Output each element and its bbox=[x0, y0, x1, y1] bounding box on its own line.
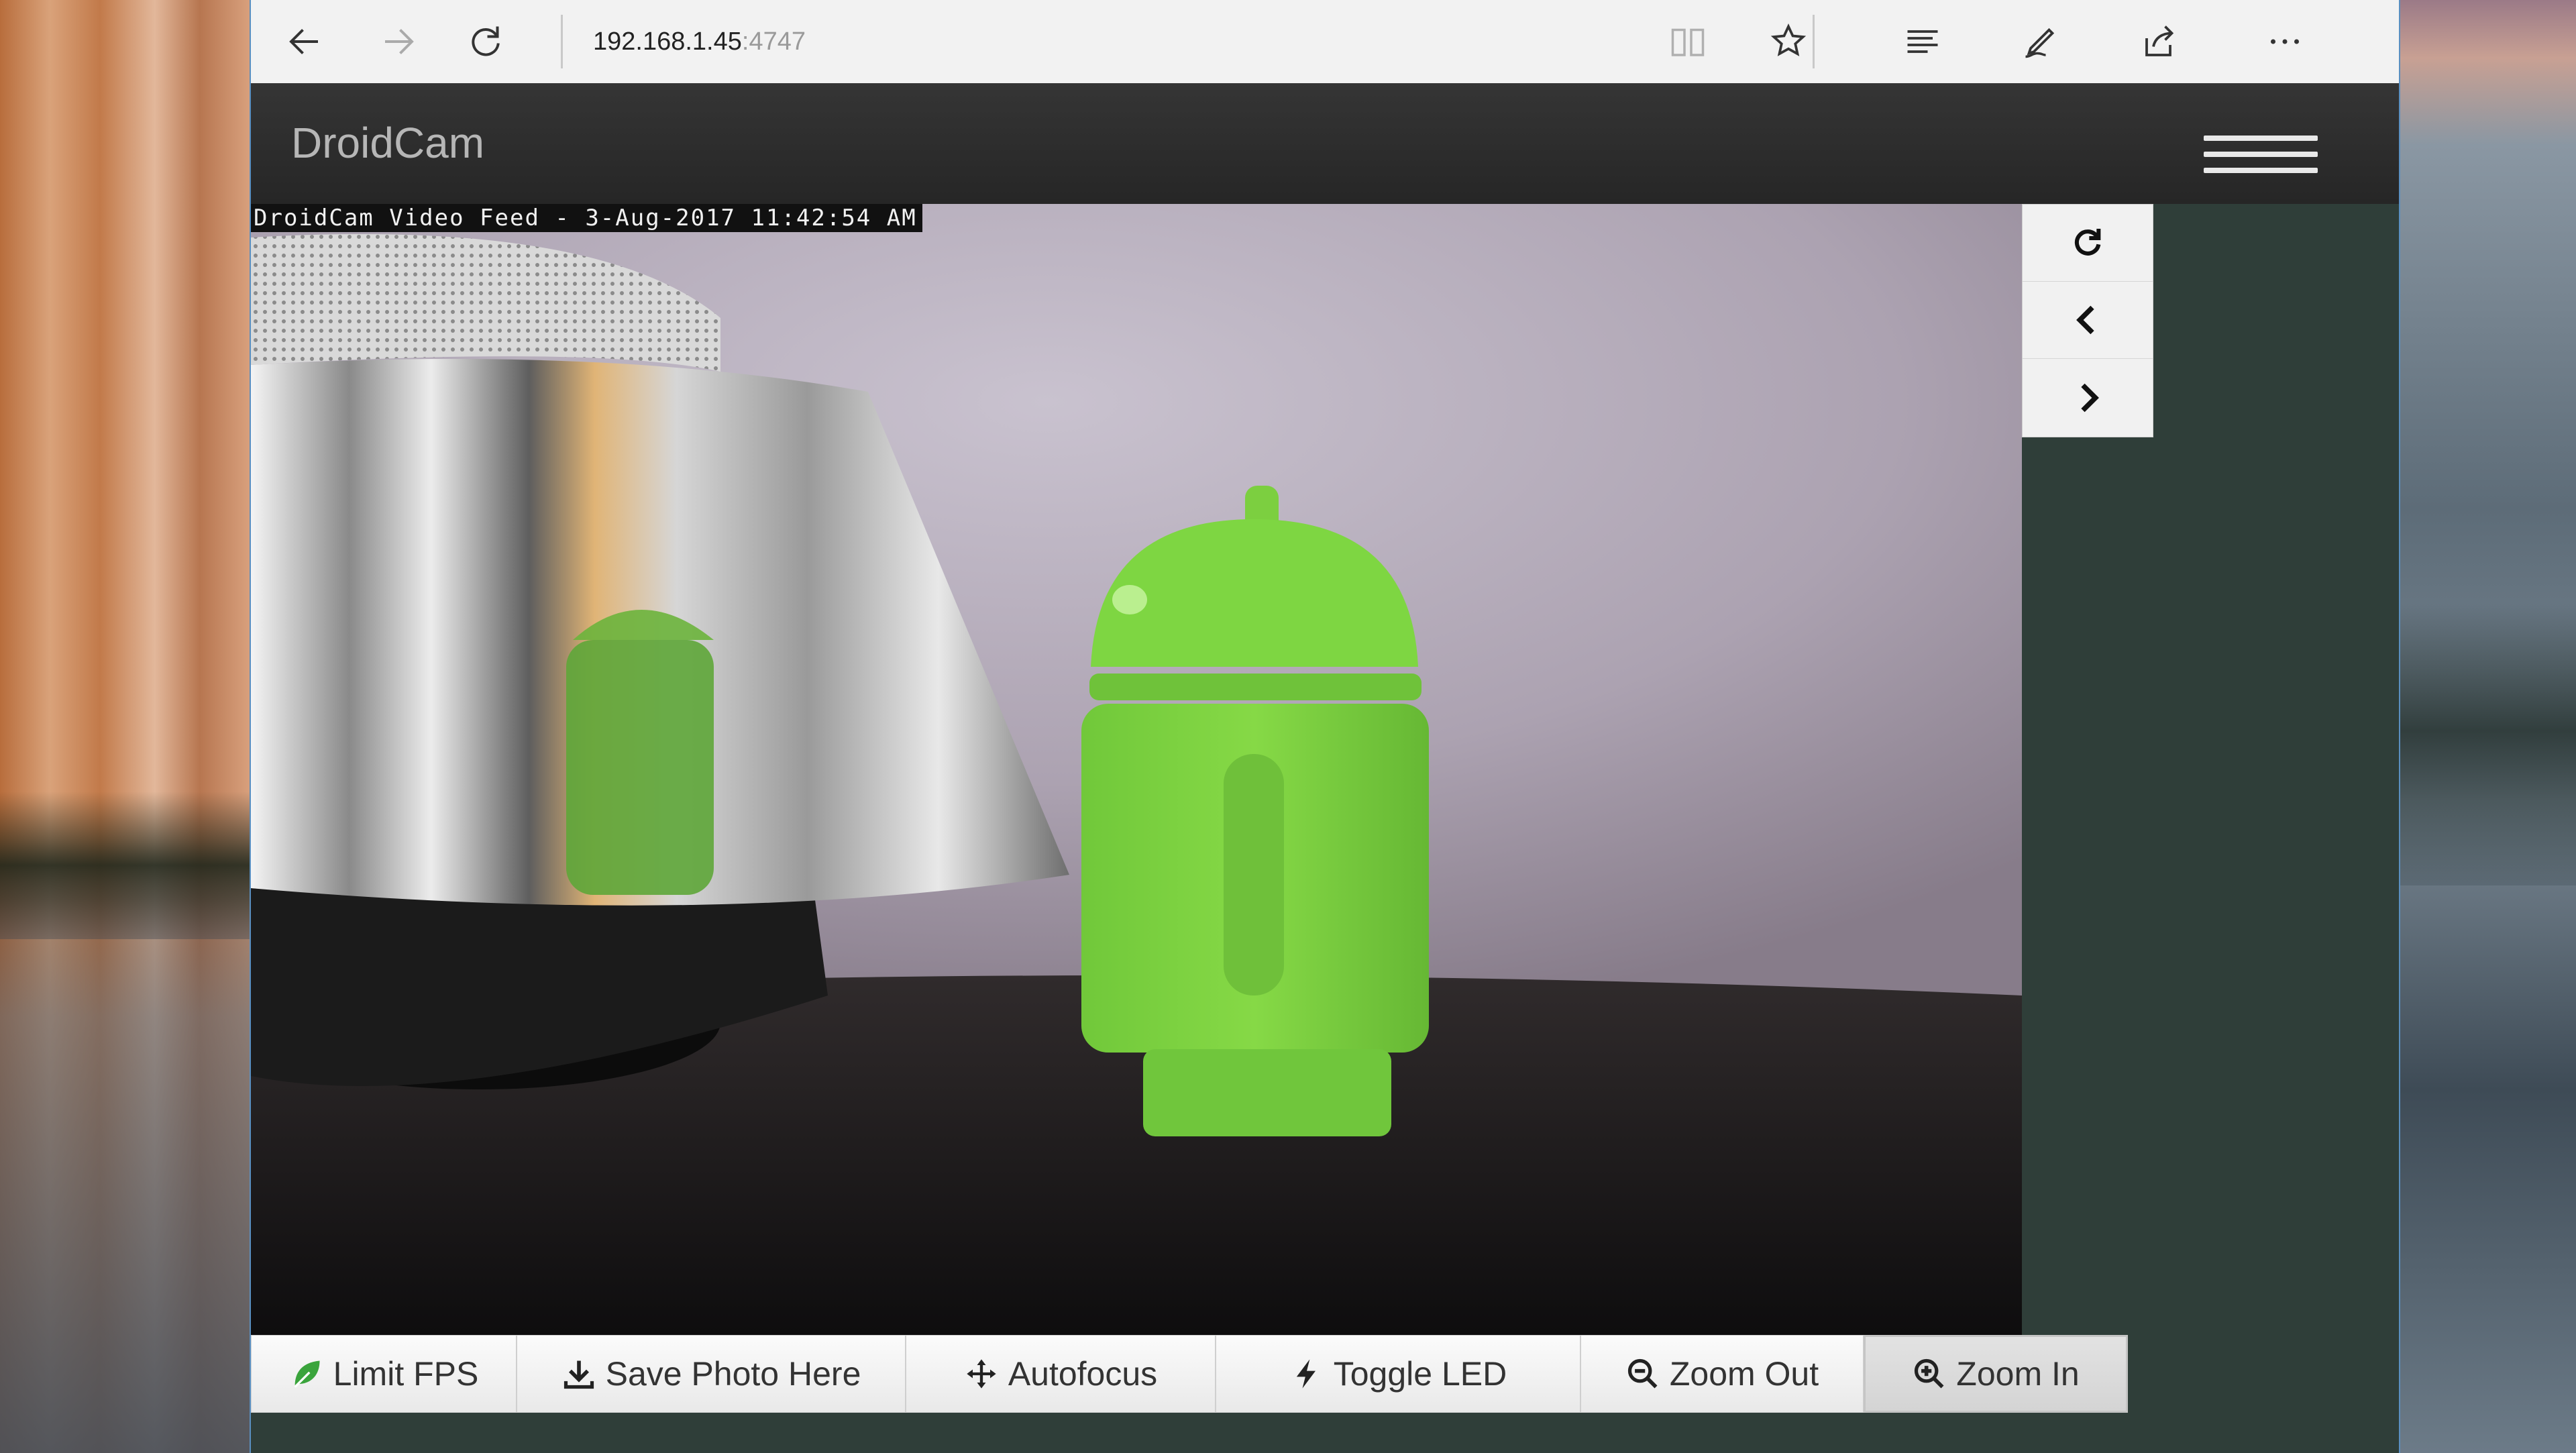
app-header: DroidCam bbox=[251, 83, 2399, 204]
favorite-star-icon[interactable] bbox=[1762, 15, 1815, 68]
zoom-out-button[interactable]: Zoom Out bbox=[1580, 1335, 1864, 1413]
download-icon bbox=[564, 1360, 594, 1389]
share-icon[interactable] bbox=[2133, 15, 2187, 68]
app-title: DroidCam bbox=[291, 119, 485, 167]
next-button[interactable] bbox=[2023, 359, 2153, 436]
address-port: :4747 bbox=[741, 28, 806, 56]
video-feed: DroidCam Video Feed - 3-Aug-2017 11:42:5… bbox=[251, 204, 2022, 1335]
address-bar[interactable]: 192.168.1.45:4747 bbox=[593, 24, 806, 59]
refresh-feed-button[interactable] bbox=[2023, 205, 2153, 282]
lightning-icon bbox=[1296, 1359, 1316, 1389]
limit-fps-label: Limit FPS bbox=[333, 1355, 479, 1393]
refresh-icon[interactable] bbox=[459, 15, 513, 68]
toolbar-divider-2 bbox=[1813, 15, 1815, 68]
camera-scene bbox=[251, 204, 2022, 1335]
forward-arrow-icon[interactable] bbox=[372, 15, 425, 68]
previous-button[interactable] bbox=[2023, 282, 2153, 359]
save-photo-button[interactable]: Save Photo Here bbox=[517, 1335, 906, 1413]
reading-view-icon[interactable] bbox=[1661, 15, 1715, 68]
save-photo-label: Save Photo Here bbox=[605, 1355, 861, 1393]
chevron-right-icon bbox=[2081, 383, 2099, 412]
zoom-in-icon bbox=[1915, 1358, 1944, 1389]
back-arrow-icon[interactable] bbox=[278, 15, 331, 68]
zoom-in-button[interactable]: Zoom In bbox=[1864, 1335, 2128, 1413]
control-bar: Limit FPS Save Photo Here Autofocus Togg… bbox=[251, 1335, 2399, 1415]
autofocus-button[interactable]: Autofocus bbox=[906, 1335, 1216, 1413]
address-host: 192.168.1.45 bbox=[593, 28, 742, 56]
refresh-icon bbox=[2074, 229, 2101, 256]
chevron-left-icon bbox=[2076, 305, 2094, 335]
hub-icon[interactable] bbox=[1896, 15, 1949, 68]
desktop-wallpaper-left bbox=[0, 0, 250, 1453]
leaf-icon bbox=[294, 1360, 320, 1388]
move-arrows-icon bbox=[967, 1359, 996, 1389]
zoom-out-label: Zoom Out bbox=[1669, 1355, 1819, 1393]
web-note-icon[interactable] bbox=[2014, 15, 2068, 68]
desktop-wallpaper-right bbox=[2400, 0, 2576, 1453]
video-overlay-timestamp: DroidCam Video Feed - 3-Aug-2017 11:42:5… bbox=[251, 204, 922, 232]
limit-fps-button[interactable]: Limit FPS bbox=[251, 1335, 517, 1413]
hamburger-menu-icon[interactable] bbox=[2174, 121, 2348, 188]
autofocus-label: Autofocus bbox=[1008, 1355, 1158, 1393]
toolbar-divider bbox=[561, 15, 563, 68]
zoom-out-icon bbox=[1627, 1358, 1658, 1389]
zoom-in-label: Zoom In bbox=[1956, 1355, 2080, 1393]
toggle-led-button[interactable]: Toggle LED bbox=[1216, 1335, 1580, 1413]
toggle-led-label: Toggle LED bbox=[1333, 1355, 1507, 1393]
browser-toolbar: 192.168.1.45:4747 bbox=[251, 0, 2399, 84]
more-icon[interactable] bbox=[2258, 15, 2312, 68]
browser-window: 192.168.1.45:4747 DroidCam DroidCam Vide… bbox=[250, 0, 2400, 1453]
side-controls bbox=[2022, 204, 2153, 437]
